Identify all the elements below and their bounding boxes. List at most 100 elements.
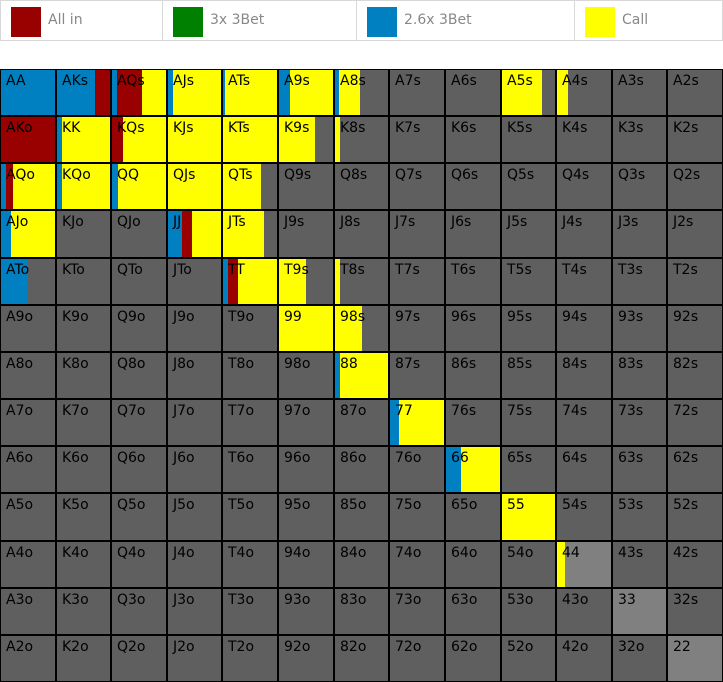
hand-cell[interactable]: A9o	[1, 306, 55, 351]
hand-cell[interactable]: QQ	[112, 164, 166, 209]
hand-cell[interactable]: T2o	[223, 636, 277, 681]
hand-cell[interactable]: KQs	[112, 117, 166, 162]
hand-cell[interactable]: KJo	[57, 211, 110, 257]
hand-cell[interactable]: Q7s	[390, 164, 444, 209]
hand-cell[interactable]: Q9o	[112, 306, 166, 351]
hand-cell[interactable]: 75s	[502, 400, 555, 445]
hand-cell[interactable]: JTs	[223, 211, 277, 257]
hand-cell[interactable]: T9s	[279, 259, 333, 304]
hand-cell[interactable]: T5o	[223, 494, 277, 540]
hand-cell[interactable]: 43o	[557, 589, 611, 634]
hand-cell[interactable]: 92o	[279, 636, 333, 681]
hand-cell[interactable]: 92s	[668, 306, 722, 351]
hand-cell[interactable]: 82o	[335, 636, 388, 681]
hand-cell[interactable]: 53o	[502, 589, 555, 634]
hand-cell[interactable]: 77	[390, 400, 444, 445]
hand-cell[interactable]: K8o	[57, 353, 110, 398]
hand-cell[interactable]: QJs	[168, 164, 221, 209]
hand-cell[interactable]: K5s	[502, 117, 555, 162]
hand-cell[interactable]: Q6o	[112, 447, 166, 492]
hand-cell[interactable]: AQo	[1, 164, 55, 209]
hand-cell[interactable]: TT	[223, 259, 277, 304]
hand-cell[interactable]: 86o	[335, 447, 388, 492]
hand-cell[interactable]: 44	[557, 542, 611, 587]
hand-cell[interactable]: A5o	[1, 494, 55, 540]
hand-cell[interactable]: 52s	[668, 494, 722, 540]
hand-cell[interactable]: K4o	[57, 542, 110, 587]
hand-cell[interactable]: 72o	[390, 636, 444, 681]
hand-cell[interactable]: K8s	[335, 117, 388, 162]
hand-cell[interactable]: 94s	[557, 306, 611, 351]
hand-cell[interactable]: QTs	[223, 164, 277, 209]
hand-cell[interactable]: 66	[446, 447, 500, 492]
hand-cell[interactable]: J2s	[668, 211, 722, 257]
hand-cell[interactable]: 75o	[390, 494, 444, 540]
hand-cell[interactable]: T3s	[613, 259, 666, 304]
hand-cell[interactable]: KK	[57, 117, 110, 162]
hand-cell[interactable]: T9o	[223, 306, 277, 351]
hand-cell[interactable]: AJs	[168, 70, 221, 115]
hand-cell[interactable]: J2o	[168, 636, 221, 681]
hand-cell[interactable]: 82s	[668, 353, 722, 398]
hand-cell[interactable]: 98s	[335, 306, 388, 351]
hand-cell[interactable]: 33	[613, 589, 666, 634]
hand-cell[interactable]: 54s	[557, 494, 611, 540]
hand-cell[interactable]: A7o	[1, 400, 55, 445]
hand-cell[interactable]: Q7o	[112, 400, 166, 445]
hand-cell[interactable]: K3s	[613, 117, 666, 162]
hand-cell[interactable]: 87o	[335, 400, 388, 445]
hand-cell[interactable]: 62s	[668, 447, 722, 492]
hand-cell[interactable]: 97s	[390, 306, 444, 351]
hand-cell[interactable]: KTo	[57, 259, 110, 304]
hand-cell[interactable]: 42o	[557, 636, 611, 681]
hand-cell[interactable]: A6s	[446, 70, 500, 115]
hand-cell[interactable]: 54o	[502, 542, 555, 587]
hand-cell[interactable]: T2s	[668, 259, 722, 304]
hand-cell[interactable]: 97o	[279, 400, 333, 445]
hand-cell[interactable]: Q4s	[557, 164, 611, 209]
hand-cell[interactable]: 72s	[668, 400, 722, 445]
hand-cell[interactable]: K6s	[446, 117, 500, 162]
hand-cell[interactable]: 85s	[502, 353, 555, 398]
hand-cell[interactable]: 76o	[390, 447, 444, 492]
hand-cell[interactable]: ATs	[223, 70, 277, 115]
hand-cell[interactable]: T5s	[502, 259, 555, 304]
hand-cell[interactable]: T7o	[223, 400, 277, 445]
hand-cell[interactable]: 93o	[279, 589, 333, 634]
hand-cell[interactable]: AJo	[1, 211, 55, 257]
hand-cell[interactable]: Q8o	[112, 353, 166, 398]
hand-cell[interactable]: 52o	[502, 636, 555, 681]
hand-cell[interactable]: AKs	[57, 70, 110, 115]
hand-cell[interactable]: 83o	[335, 589, 388, 634]
hand-cell[interactable]: Q5o	[112, 494, 166, 540]
hand-cell[interactable]: 96o	[279, 447, 333, 492]
hand-cell[interactable]: 98o	[279, 353, 333, 398]
hand-cell[interactable]: J7o	[168, 400, 221, 445]
hand-cell[interactable]: K9o	[57, 306, 110, 351]
hand-cell[interactable]: JTo	[168, 259, 221, 304]
hand-cell[interactable]: K4s	[557, 117, 611, 162]
hand-cell[interactable]: 32o	[613, 636, 666, 681]
hand-cell[interactable]: 73s	[613, 400, 666, 445]
hand-cell[interactable]: J6o	[168, 447, 221, 492]
hand-cell[interactable]: 62o	[446, 636, 500, 681]
hand-cell[interactable]: 32s	[668, 589, 722, 634]
hand-cell[interactable]: 85o	[335, 494, 388, 540]
hand-cell[interactable]: KJs	[168, 117, 221, 162]
hand-cell[interactable]: 64s	[557, 447, 611, 492]
hand-cell[interactable]: 96s	[446, 306, 500, 351]
hand-cell[interactable]: T8s	[335, 259, 388, 304]
hand-cell[interactable]: T8o	[223, 353, 277, 398]
hand-cell[interactable]: J5s	[502, 211, 555, 257]
hand-cell[interactable]: J8s	[335, 211, 388, 257]
hand-cell[interactable]: A8o	[1, 353, 55, 398]
hand-cell[interactable]: Q3o	[112, 589, 166, 634]
hand-cell[interactable]: 83s	[613, 353, 666, 398]
hand-cell[interactable]: 88	[335, 353, 388, 398]
hand-cell[interactable]: 93s	[613, 306, 666, 351]
hand-cell[interactable]: 22	[668, 636, 722, 681]
hand-cell[interactable]: K5o	[57, 494, 110, 540]
hand-cell[interactable]: Q2o	[112, 636, 166, 681]
hand-cell[interactable]: J4o	[168, 542, 221, 587]
hand-cell[interactable]: Q2s	[668, 164, 722, 209]
